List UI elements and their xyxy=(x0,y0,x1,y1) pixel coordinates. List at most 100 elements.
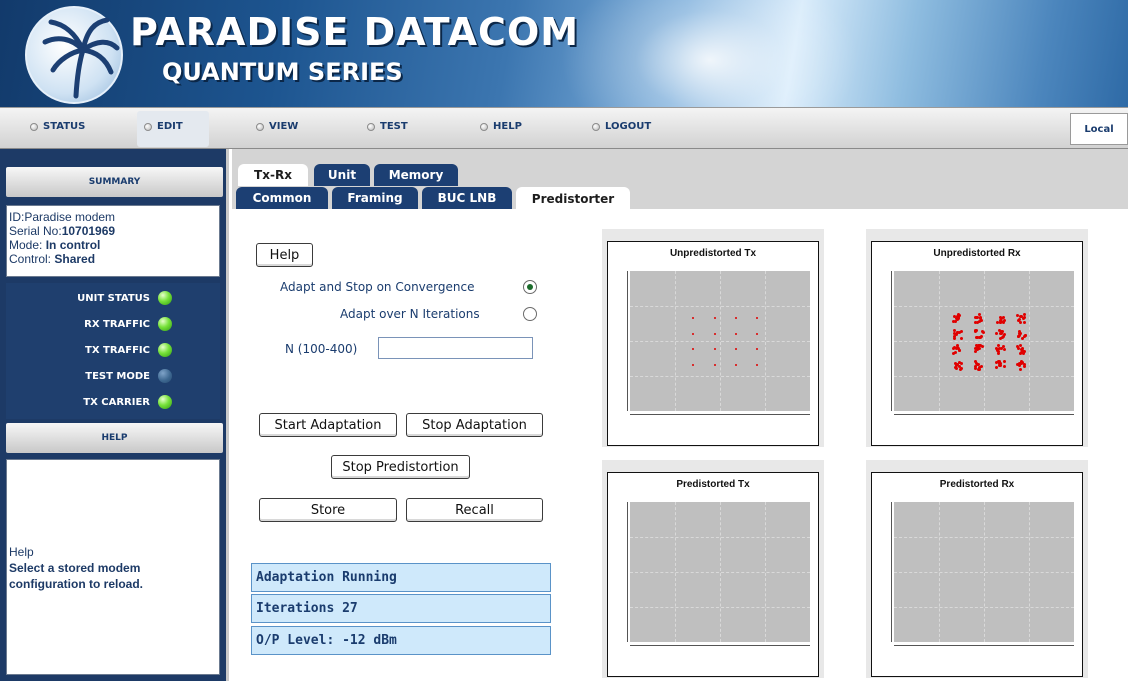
palm-logo-icon xyxy=(25,6,123,104)
y-axis xyxy=(891,502,892,642)
local-button[interactable]: Local xyxy=(1070,113,1128,145)
plot-area xyxy=(894,271,1074,411)
constellation-point xyxy=(959,337,963,341)
adapt-n-radio[interactable] xyxy=(523,307,537,321)
tab-tx-rx[interactable]: Tx-Rx xyxy=(238,164,308,186)
x-axis xyxy=(630,645,810,646)
constellation-point xyxy=(691,317,694,320)
summary-control: Control: Shared xyxy=(9,252,219,266)
nav-test[interactable]: TEST xyxy=(367,121,408,132)
banner-glow xyxy=(560,0,860,107)
store-button[interactable]: Store xyxy=(259,498,397,522)
tab-unit[interactable]: Unit xyxy=(314,164,370,186)
tab-buc-lnb[interactable]: BUC LNB xyxy=(422,187,512,209)
grid-line xyxy=(894,376,1074,377)
constellation-point xyxy=(995,366,999,370)
tab-predistorter[interactable]: Predistorter xyxy=(516,187,630,211)
constellation-point xyxy=(981,329,985,333)
constellation-point xyxy=(756,332,759,335)
constellation-point xyxy=(998,359,1001,363)
constellation-point xyxy=(691,348,694,350)
constellation-point xyxy=(1018,368,1022,372)
constellation-point xyxy=(998,337,1002,341)
n-input[interactable] xyxy=(378,337,533,359)
status-adaptation: Adaptation Running xyxy=(251,563,551,592)
plot-predistorted-tx: Predistorted Tx xyxy=(602,460,824,678)
bullet-icon xyxy=(480,122,488,131)
y-axis xyxy=(627,502,628,642)
adapt-stop-radio[interactable] xyxy=(523,280,537,294)
help-line-1: Help xyxy=(9,545,34,559)
constellation-point xyxy=(994,331,998,335)
plot-title: Unpredistorted Tx xyxy=(669,248,757,259)
constellation-point xyxy=(997,347,1001,351)
constellation-point xyxy=(1002,364,1006,368)
summary-mode: Mode: In control xyxy=(9,238,219,252)
header-banner: PARADISE DATACOM QUANTUM SERIES xyxy=(0,0,1128,107)
led-icon xyxy=(158,291,172,305)
nav-logout[interactable]: LOGOUT xyxy=(592,121,651,132)
constellation-point xyxy=(1002,360,1006,364)
constellation-point xyxy=(951,347,955,351)
nav-edit-label: EDIT xyxy=(157,121,183,132)
constellation-point xyxy=(998,364,1002,368)
constellation-point xyxy=(1022,316,1026,320)
plot-area xyxy=(630,502,810,642)
led-icon xyxy=(158,343,172,357)
constellation-point xyxy=(973,315,977,319)
nav-help[interactable]: HELP xyxy=(480,121,522,132)
summary-box: ID:Paradise modem Serial No:10701969 Mod… xyxy=(6,205,220,277)
constellation-point xyxy=(735,364,738,367)
adapt-stop-label: Adapt and Stop on Convergence xyxy=(280,280,475,294)
nav-status-label: STATUS xyxy=(43,121,86,132)
help-line-3: configuration to reload. xyxy=(9,577,143,591)
constellation-point xyxy=(954,319,958,323)
constellation-point xyxy=(973,350,977,354)
constellation-point xyxy=(735,316,738,319)
stop-adaptation-button[interactable]: Stop Adaptation xyxy=(406,413,543,437)
constellation-point xyxy=(1024,333,1028,337)
stop-predistortion-button[interactable]: Stop Predistortion xyxy=(331,455,470,479)
bullet-icon xyxy=(144,122,152,131)
recall-button[interactable]: Recall xyxy=(406,498,543,522)
constellation-point xyxy=(1002,334,1006,338)
constellation-point xyxy=(960,330,964,334)
help-button[interactable]: Help xyxy=(256,243,313,267)
constellation-point xyxy=(713,363,716,366)
status-label: TEST MODE xyxy=(85,371,150,382)
constellation-point xyxy=(713,333,716,336)
help-line-2: Select a stored modem xyxy=(9,561,141,575)
constellation-point xyxy=(1000,330,1004,334)
plot-predistorted-rx: Predistorted Rx xyxy=(866,460,1088,678)
tab-common[interactable]: Common xyxy=(236,187,328,209)
status-row-tx-traffic: TX TRAFFIC xyxy=(6,341,220,361)
mode-value: In control xyxy=(45,238,101,252)
bullet-icon xyxy=(592,122,600,131)
constellation-point xyxy=(734,347,737,350)
plot-title: Predistorted Rx xyxy=(939,479,1015,490)
status-label: RX TRAFFIC xyxy=(84,319,150,330)
status-label: UNIT STATUS xyxy=(77,293,150,304)
grid-line xyxy=(630,537,810,538)
status-label: TX CARRIER xyxy=(83,397,150,408)
bullet-icon xyxy=(30,122,38,131)
constellation-point xyxy=(978,316,982,320)
nav-view[interactable]: VIEW xyxy=(256,121,298,132)
status-label: TX TRAFFIC xyxy=(85,345,150,356)
nav-edit[interactable]: EDIT xyxy=(144,121,183,132)
constellation-point xyxy=(973,364,977,368)
constellation-point xyxy=(997,351,1001,355)
start-adaptation-button[interactable]: Start Adaptation xyxy=(259,413,397,437)
constellation-point xyxy=(755,316,758,319)
status-list: UNIT STATUS RX TRAFFIC TX TRAFFIC TEST M… xyxy=(6,283,220,419)
constellation-point xyxy=(691,364,694,367)
nav-status[interactable]: STATUS xyxy=(30,121,85,132)
plot-inner: Unpredistorted Tx xyxy=(607,241,819,446)
constellation-point xyxy=(974,328,978,332)
app-root: PARADISE DATACOM QUANTUM SERIES STATUS E… xyxy=(0,0,1128,681)
tab-memory[interactable]: Memory xyxy=(374,164,458,186)
tab-framing[interactable]: Framing xyxy=(332,187,418,209)
led-icon xyxy=(158,317,172,331)
led-icon xyxy=(158,369,172,383)
grid-line xyxy=(630,607,810,608)
